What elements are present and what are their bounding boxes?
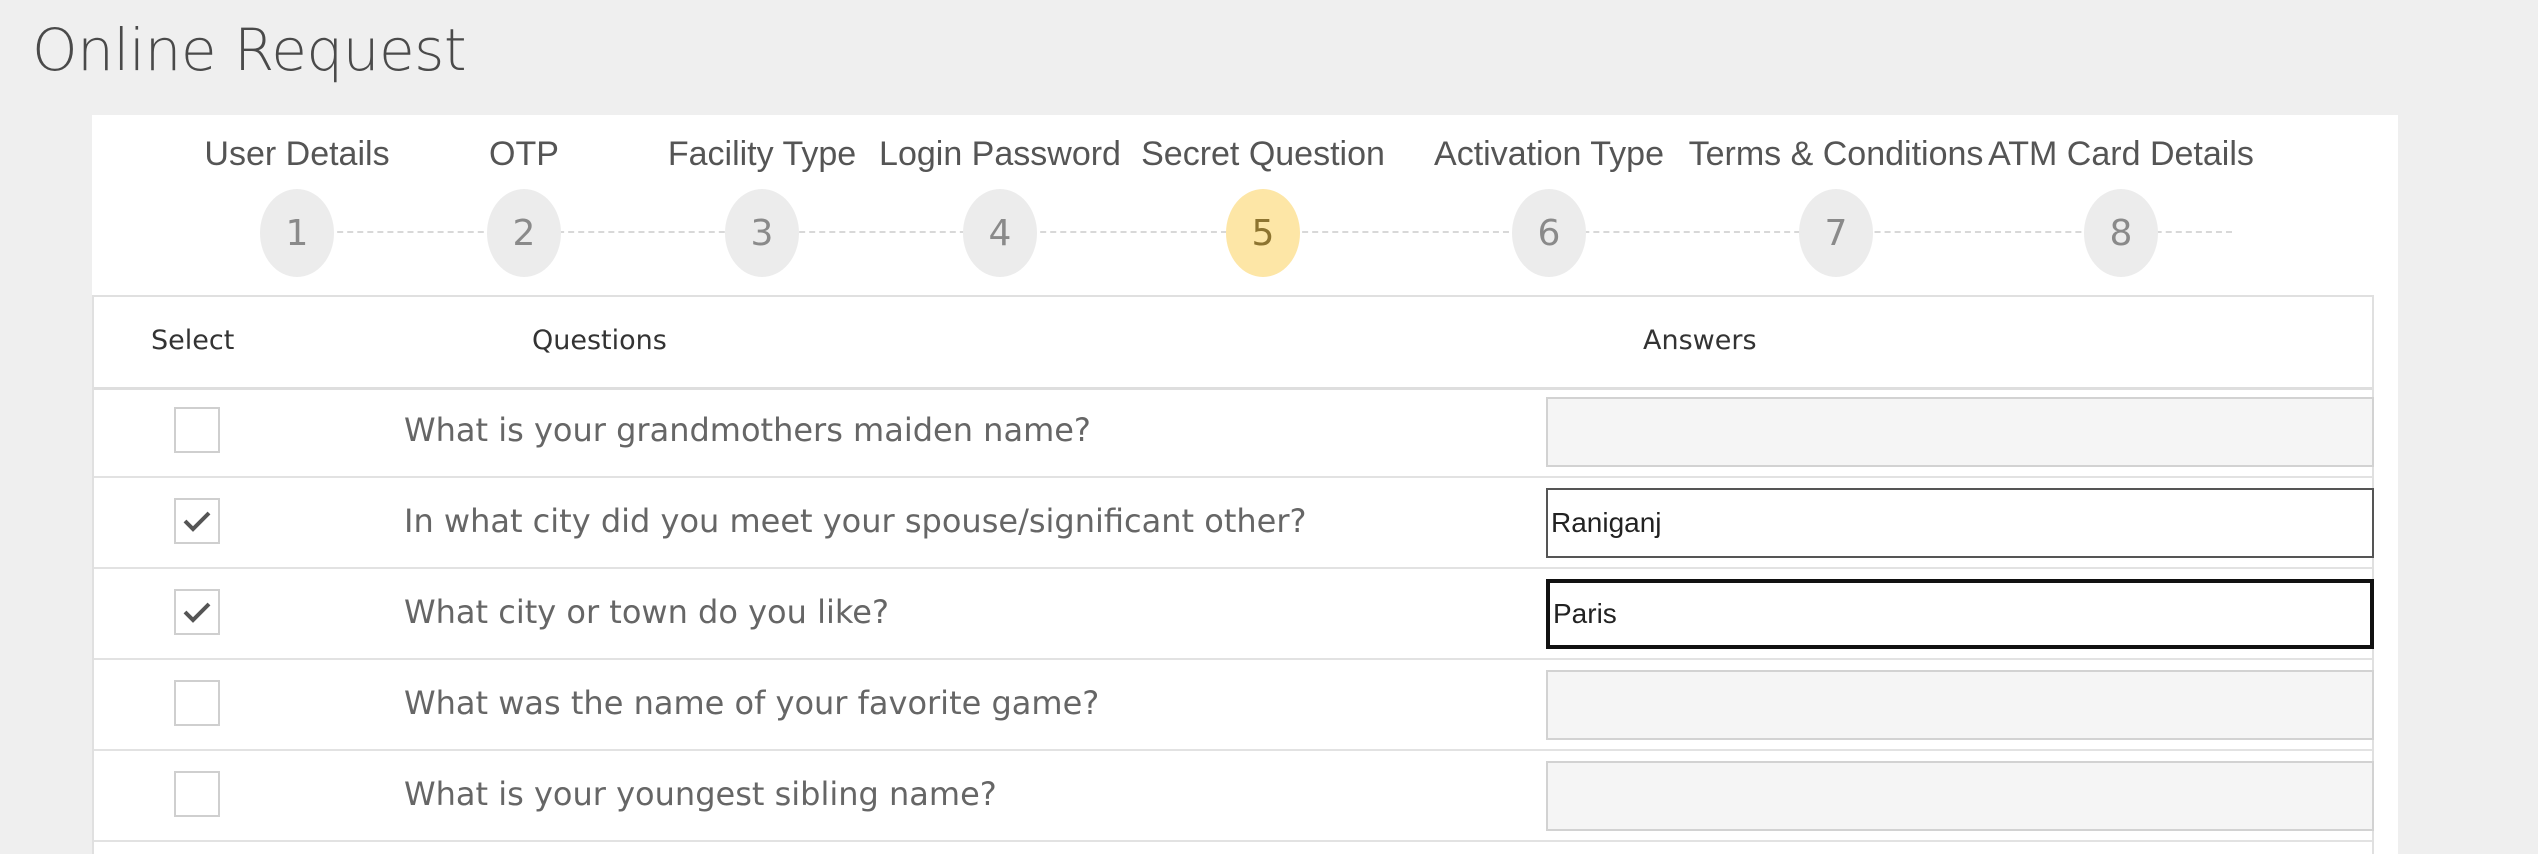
column-header-answers: Answers xyxy=(1643,325,1757,356)
table-row: What was the name of your favorite game? xyxy=(94,660,2374,751)
step-label: OTP xyxy=(489,135,559,173)
step-label: User Details xyxy=(204,135,390,173)
column-header-questions: Questions xyxy=(532,325,667,356)
question-text: What is your youngest sibling name? xyxy=(404,775,997,813)
step-number: 7 xyxy=(1799,189,1873,277)
answer-input[interactable] xyxy=(1546,488,2374,558)
column-header-select: Select xyxy=(151,325,235,356)
step-number: 4 xyxy=(963,189,1037,277)
table-header: Select Questions Answers xyxy=(94,297,2372,390)
step-label: Activation Type xyxy=(1434,135,1664,173)
checkmark-icon xyxy=(183,602,211,623)
step-label: Secret Question xyxy=(1141,135,1385,173)
table-row: What is your grandmothers maiden name? xyxy=(94,387,2374,478)
select-checkbox[interactable] xyxy=(174,407,220,453)
select-checkbox-checked[interactable] xyxy=(174,589,220,635)
answer-input-focused[interactable] xyxy=(1546,579,2374,649)
answer-input[interactable] xyxy=(1546,761,2374,831)
table-row: What city or town do you like? xyxy=(94,569,2374,660)
question-text: In what city did you meet your spouse/si… xyxy=(404,502,1307,540)
question-text: What city or town do you like? xyxy=(404,593,889,631)
question-text: What is your grandmothers maiden name? xyxy=(404,411,1091,449)
answer-input[interactable] xyxy=(1546,670,2374,740)
step-number: 6 xyxy=(1512,189,1586,277)
page-title: Online Request xyxy=(32,16,467,84)
select-checkbox[interactable] xyxy=(174,680,220,726)
progress-stepper: User Details 1 OTP 2 Facility Type 3 Log… xyxy=(92,115,2398,295)
table-row: What is your youngest sibling name? xyxy=(94,751,2374,842)
step-label: Facility Type xyxy=(667,135,857,173)
step-number-active: 5 xyxy=(1226,189,1300,277)
request-panel: User Details 1 OTP 2 Facility Type 3 Log… xyxy=(92,115,2398,854)
select-checkbox[interactable] xyxy=(174,771,220,817)
step-label: ATM Card Details xyxy=(1988,135,2254,173)
secret-question-table: Select Questions Answers What is your gr… xyxy=(92,295,2374,854)
checkmark-icon xyxy=(183,511,211,532)
step-label: Terms & Conditions xyxy=(1688,135,1984,173)
step-label: Login Password xyxy=(879,135,1121,173)
step-number: 3 xyxy=(725,189,799,277)
answer-input[interactable] xyxy=(1546,397,2374,467)
step-number: 2 xyxy=(487,189,561,277)
select-checkbox-checked[interactable] xyxy=(174,498,220,544)
question-text: What was the name of your favorite game? xyxy=(404,684,1100,722)
step-number: 8 xyxy=(2084,189,2158,277)
step-number: 1 xyxy=(260,189,334,277)
table-row: In what city did you meet your spouse/si… xyxy=(94,478,2374,569)
